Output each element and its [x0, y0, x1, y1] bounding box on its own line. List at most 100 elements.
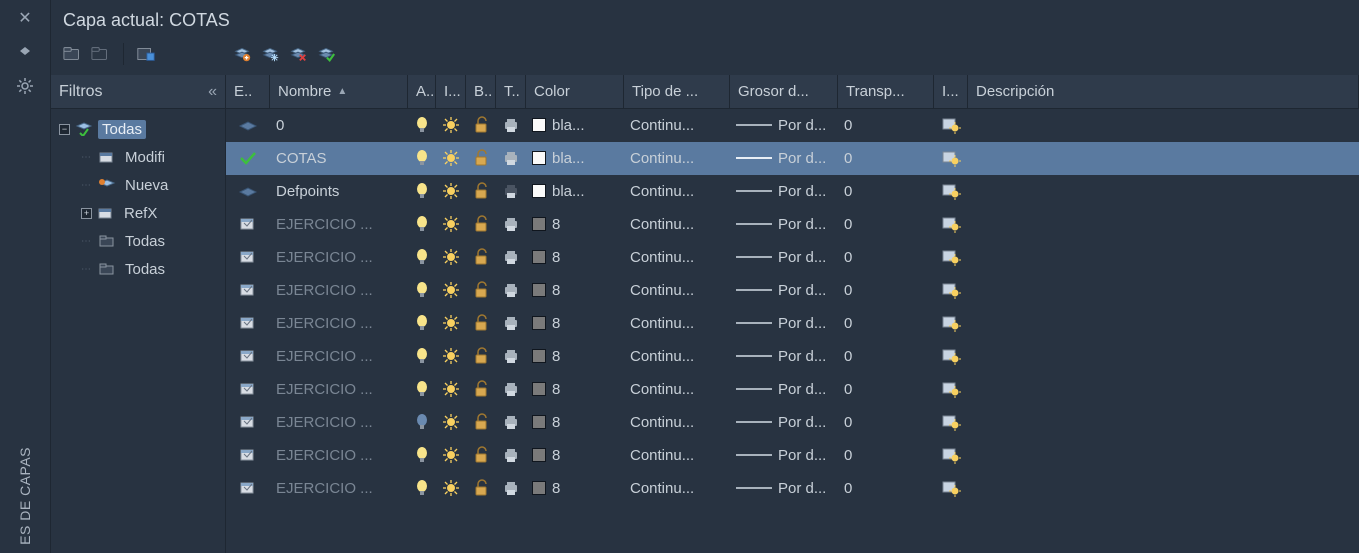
lineweight-cell[interactable]: Por d... — [730, 480, 838, 497]
tree-node-all[interactable]: Todas — [98, 120, 146, 139]
color-cell[interactable]: bla... — [526, 183, 624, 200]
transparency-cell[interactable]: 0 — [838, 315, 934, 332]
name-cell[interactable]: EJERCICIO ... — [270, 381, 408, 398]
layer-row[interactable]: EJERCICIO ...8Continu...Por d...0 — [226, 241, 1359, 274]
linetype-cell[interactable]: Continu... — [624, 414, 730, 431]
newvp-cell[interactable] — [934, 148, 968, 168]
layer-row[interactable]: COTASbla...Continu...Por d...0 — [226, 142, 1359, 175]
freeze-cell[interactable] — [436, 280, 466, 300]
layer-row[interactable]: EJERCICIO ...8Continu...Por d...0 — [226, 208, 1359, 241]
lock-cell[interactable] — [466, 346, 496, 366]
col-on[interactable]: A.. — [408, 75, 436, 108]
lineweight-cell[interactable]: Por d... — [730, 150, 838, 167]
transparency-cell[interactable]: 0 — [838, 216, 934, 233]
freeze-cell[interactable] — [436, 148, 466, 168]
lock-cell[interactable] — [466, 115, 496, 135]
lineweight-cell[interactable]: Por d... — [730, 381, 838, 398]
name-cell[interactable]: Defpoints — [270, 183, 408, 200]
layer-row[interactable]: EJERCICIO ... 8Continu...Por d...0 — [226, 406, 1359, 439]
transparency-cell[interactable]: 0 — [838, 348, 934, 365]
on-cell[interactable] — [408, 247, 436, 267]
transparency-cell[interactable]: 0 — [838, 183, 934, 200]
color-cell[interactable]: bla... — [526, 117, 624, 134]
status-cell[interactable] — [226, 348, 270, 364]
name-cell[interactable]: EJERCICIO ... — [270, 216, 408, 233]
status-cell[interactable] — [226, 381, 270, 397]
lock-cell[interactable] — [466, 247, 496, 267]
on-cell[interactable] — [408, 148, 436, 168]
freeze-cell[interactable] — [436, 181, 466, 201]
layer-row[interactable]: EJERCICIO ...8Continu...Por d...0 — [226, 472, 1359, 505]
lock-cell[interactable] — [466, 379, 496, 399]
on-cell[interactable] — [408, 214, 436, 234]
layer-row[interactable]: EJERCICIO ...8Continu...Por d...0 — [226, 439, 1359, 472]
name-cell[interactable]: EJERCICIO ... — [270, 414, 408, 431]
transparency-cell[interactable]: 0 — [838, 447, 934, 464]
name-cell[interactable]: EJERCICIO ... — [270, 480, 408, 497]
linetype-cell[interactable]: Continu... — [624, 348, 730, 365]
color-cell[interactable]: 8 — [526, 414, 624, 431]
delete-layer-icon[interactable] — [288, 44, 308, 64]
color-cell[interactable]: 8 — [526, 381, 624, 398]
linetype-cell[interactable]: Continu... — [624, 282, 730, 299]
status-cell[interactable] — [226, 185, 270, 197]
status-cell[interactable] — [226, 216, 270, 232]
color-cell[interactable]: bla... — [526, 150, 624, 167]
tree-node-new[interactable]: Nueva — [121, 176, 172, 195]
on-cell[interactable] — [408, 280, 436, 300]
tree-node-all-used[interactable]: Todas — [121, 232, 169, 251]
tree-node-modified[interactable]: Modifi — [121, 148, 169, 167]
tree-node-xref[interactable]: RefX — [120, 204, 161, 223]
layer-states-manager-icon[interactable] — [136, 44, 156, 64]
set-current-layer-icon[interactable] — [316, 44, 336, 64]
lineweight-cell[interactable]: Por d... — [730, 414, 838, 431]
lock-cell[interactable] — [466, 412, 496, 432]
name-cell[interactable]: EJERCICIO ... — [270, 348, 408, 365]
freeze-cell[interactable] — [436, 346, 466, 366]
new-layer-frozen-icon[interactable] — [260, 44, 280, 64]
newvp-cell[interactable] — [934, 280, 968, 300]
linetype-cell[interactable]: Continu... — [624, 249, 730, 266]
status-cell[interactable] — [226, 414, 270, 430]
freeze-cell[interactable] — [436, 412, 466, 432]
plot-cell[interactable] — [496, 115, 526, 135]
lineweight-cell[interactable]: Por d... — [730, 249, 838, 266]
linetype-cell[interactable]: Continu... — [624, 216, 730, 233]
name-cell[interactable]: EJERCICIO ... — [270, 282, 408, 299]
lock-cell[interactable] — [466, 214, 496, 234]
freeze-cell[interactable] — [436, 379, 466, 399]
new-property-filter-icon[interactable] — [63, 44, 83, 64]
on-cell[interactable] — [408, 379, 436, 399]
status-cell[interactable] — [226, 150, 270, 166]
layer-row[interactable]: EJERCICIO ...8Continu...Por d...0 — [226, 274, 1359, 307]
transparency-cell[interactable]: 0 — [838, 414, 934, 431]
status-cell[interactable] — [226, 447, 270, 463]
tree-collapse-icon[interactable]: − — [59, 124, 70, 135]
name-cell[interactable]: EJERCICIO ... — [270, 249, 408, 266]
new-layer-icon[interactable] — [232, 44, 252, 64]
newvp-cell[interactable] — [934, 247, 968, 267]
newvp-cell[interactable] — [934, 346, 968, 366]
col-color[interactable]: Color — [526, 75, 624, 108]
freeze-cell[interactable] — [436, 313, 466, 333]
col-description[interactable]: Descripción — [968, 75, 1359, 108]
newvp-cell[interactable] — [934, 115, 968, 135]
plot-cell[interactable] — [496, 412, 526, 432]
col-name[interactable]: Nombre▲ — [270, 75, 408, 108]
color-cell[interactable]: 8 — [526, 447, 624, 464]
color-cell[interactable]: 8 — [526, 249, 624, 266]
status-cell[interactable] — [226, 249, 270, 265]
close-icon[interactable]: ✕ — [18, 8, 31, 28]
col-linetype[interactable]: Tipo de ... — [624, 75, 730, 108]
layer-row[interactable]: EJERCICIO ...8Continu...Por d...0 — [226, 307, 1359, 340]
newvp-cell[interactable] — [934, 181, 968, 201]
col-newvp[interactable]: I... — [934, 75, 968, 108]
on-cell[interactable] — [408, 346, 436, 366]
layer-row[interactable]: EJERCICIO ...8Continu...Por d...0 — [226, 340, 1359, 373]
lock-cell[interactable] — [466, 148, 496, 168]
layer-row[interactable]: Defpointsbla...Continu...Por d...0 — [226, 175, 1359, 208]
plot-cell[interactable] — [496, 478, 526, 498]
lineweight-cell[interactable]: Por d... — [730, 447, 838, 464]
freeze-cell[interactable] — [436, 478, 466, 498]
plot-cell[interactable] — [496, 214, 526, 234]
